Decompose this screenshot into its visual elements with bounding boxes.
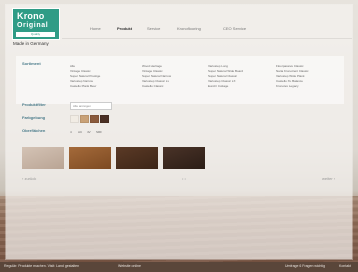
floor-tile-eiche-hell[interactable] [22,147,64,169]
main-frame [6,5,352,259]
logo-tag-bar: Quality [16,32,55,37]
krono-logo[interactable]: Krono Original Quality [12,8,60,40]
footer-right-text[interactable]: Umfrage 6 Fragen wichtig [285,264,325,268]
filter-column-4: Floorpassive Classic Naria Kronotrent Cl… [276,64,309,89]
color-label: Farbgebung [22,115,46,120]
filter-option[interactable]: Kronotex Legacy [276,84,309,89]
footer-left-text[interactable]: Regulär: Produkte machen. Visit: Land ge… [4,264,79,268]
prev-page-link[interactable]: ‹ zurück [22,176,36,181]
made-in-germany: Made in Germany [13,41,49,46]
color-swatch-light[interactable] [70,115,79,123]
color-swatch-natural[interactable] [80,115,89,123]
floor-tile-nussbaum[interactable] [116,147,158,169]
filter-column-3: Variostep Long Super Natural Wide Board … [208,64,243,89]
nav-item-home[interactable]: Home [90,26,101,31]
logo-line-1: Krono [17,11,45,21]
filter-column-2: Wood Heritage Vintage Classic Super Natu… [142,64,171,89]
pager-dots[interactable]: • • [182,176,186,181]
footer-middle-text[interactable]: Website online [118,264,141,268]
footer-contact[interactable]: Kontakt [339,264,351,268]
surface-label: Oberflächen [22,128,46,133]
footer-bar: Regulär: Produkte machen. Visit: Land ge… [0,262,358,272]
filter-option[interactable]: Eurohr Cottage [208,84,243,89]
filter-option[interactable]: Castello Plank Beur [70,84,100,89]
filter-column-1: Alle Vintage Classic Super Natural Prest… [70,64,100,89]
surface-option[interactable]: 4 [70,130,72,134]
product-filter-dropdown[interactable]: Alle anzeigen [70,102,112,110]
surface-option[interactable]: 4V [87,130,91,134]
nav-item-service[interactable]: Service [147,26,160,31]
floor-tile-eiche-dunkel[interactable] [163,147,205,169]
nav-item-ceo-service[interactable]: CEO Service [223,26,246,31]
nav-item-produkt[interactable]: Produkt [117,26,132,31]
color-swatch-dark[interactable] [100,115,109,123]
surface-option[interactable]: SRF [96,130,102,134]
floor-tile-eiche-natur[interactable] [69,147,111,169]
surface-option[interactable]: AC [78,130,82,134]
logo-tag: Quality [30,32,41,36]
color-swatch-medium[interactable] [90,115,99,123]
sortiment-label: Sortiment [22,61,41,66]
filter-option[interactable]: Castello Classic [142,84,171,89]
product-filter-label: Produktfilter [22,102,46,107]
next-page-link[interactable]: weiter › [322,176,335,181]
nav-item-kronoflooring[interactable]: Kronoflooring [177,26,201,31]
nav-divider [62,38,352,39]
logo-line-2: Original [17,22,49,29]
